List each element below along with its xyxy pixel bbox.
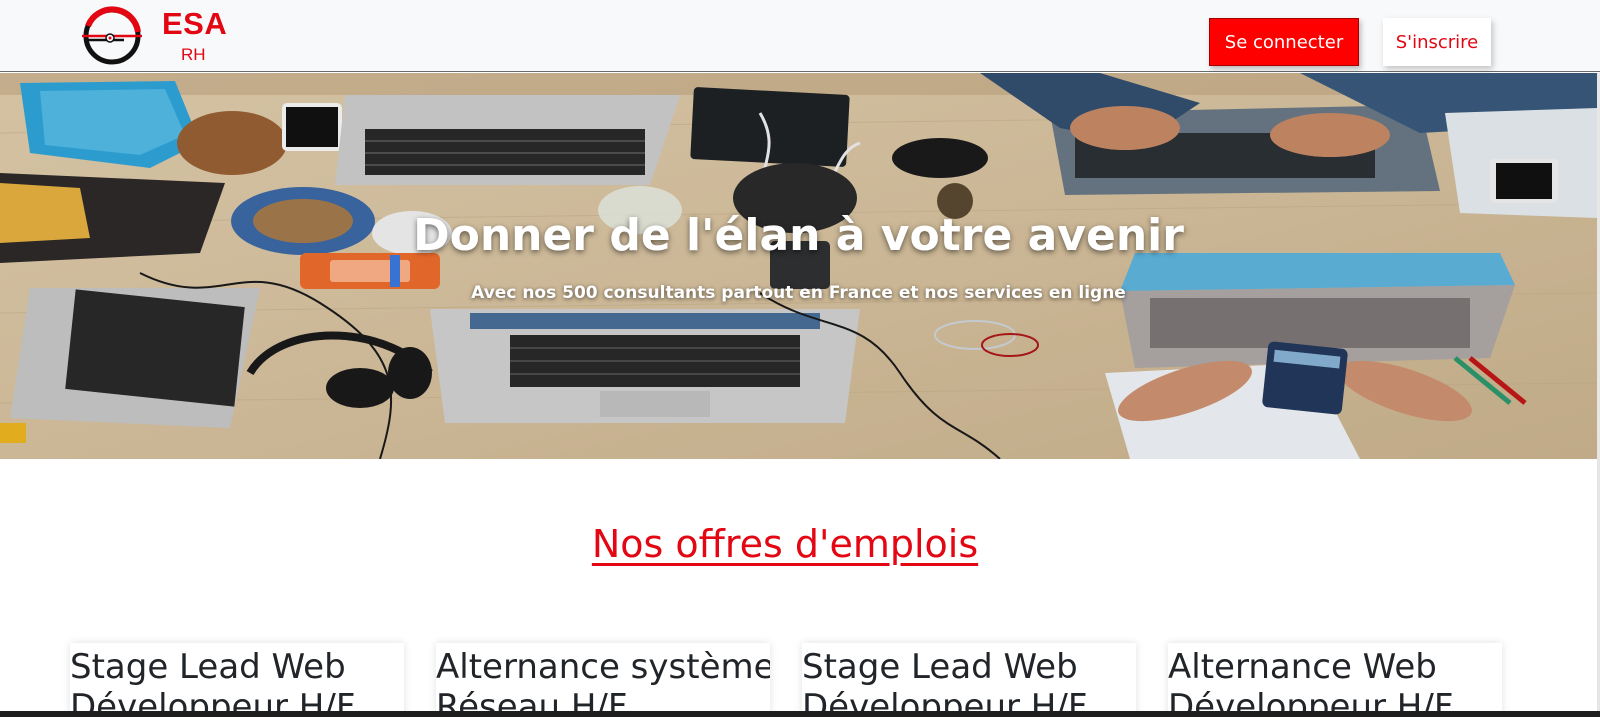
hero-subtitle: Avec nos 500 consultants partout en Fran… [471, 283, 1126, 303]
job-card[interactable]: Stage Lead Web Développeur H/F [802, 643, 1136, 717]
hero-overlay [0, 73, 1597, 459]
navbar: ESA RH Se connecter S'inscrire [0, 0, 1600, 72]
window-bottom-edge [0, 711, 1600, 717]
login-button[interactable]: Se connecter [1209, 18, 1359, 66]
job-card-title: Alternance système Réseau H/F [436, 647, 770, 717]
job-card[interactable]: Stage Lead Web Développeur H/F [70, 643, 404, 717]
brand-name[interactable]: ESA [162, 6, 227, 42]
job-card[interactable]: Alternance Web Développeur H/F [1168, 643, 1502, 717]
job-card[interactable]: Alternance système Réseau H/F [436, 643, 770, 717]
hero-title: Donner de l'élan à votre avenir [413, 210, 1184, 261]
brand-subtitle[interactable]: RH [181, 45, 206, 65]
job-card-title: Alternance Web Développeur H/F [1168, 647, 1454, 717]
hero-banner: Donner de l'élan à votre avenir Avec nos… [0, 73, 1597, 459]
job-offers-title[interactable]: Nos offres d'emplois [0, 522, 1570, 566]
logo-icon[interactable] [80, 4, 144, 68]
signup-button[interactable]: S'inscrire [1383, 18, 1491, 66]
job-card-title: Stage Lead Web Développeur H/F [70, 647, 356, 717]
job-card-title: Stage Lead Web Développeur H/F [802, 647, 1088, 717]
